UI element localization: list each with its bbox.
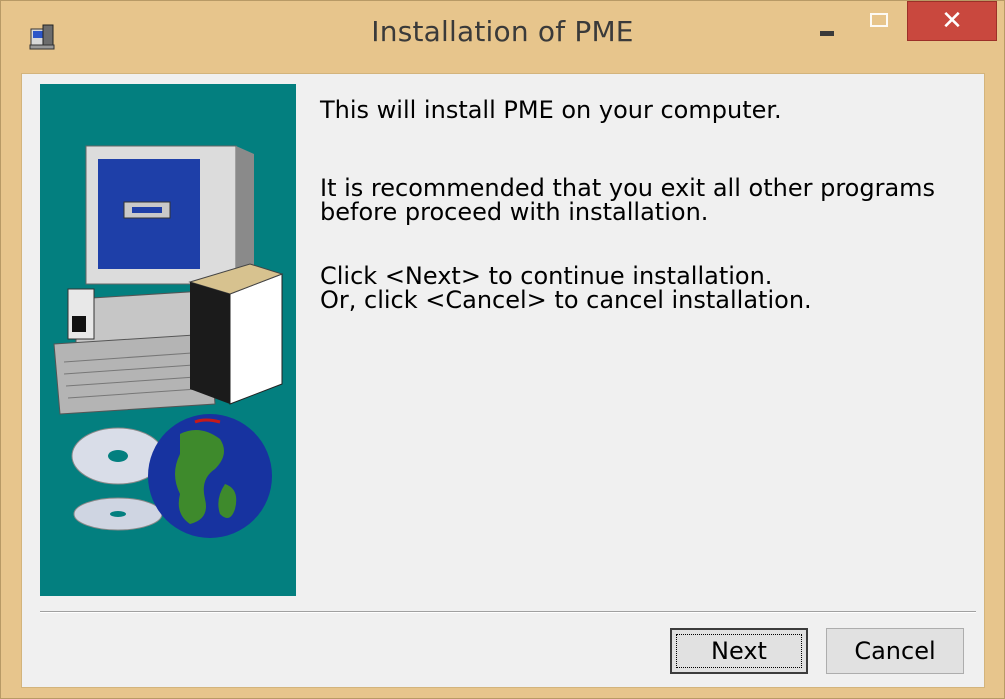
close-icon: ✕ bbox=[941, 6, 963, 36]
minimize-button[interactable] bbox=[806, 1, 848, 41]
minimize-icon bbox=[820, 31, 834, 36]
window-title: Installation of PME bbox=[371, 15, 634, 48]
recommendation-line-2: before proceed with installation. bbox=[320, 198, 709, 226]
close-button[interactable]: ✕ bbox=[907, 1, 997, 41]
cancel-instruction: Or, click <Cancel> to cancel installatio… bbox=[320, 286, 812, 314]
installer-window: Installation of PME ✕ This will install … bbox=[0, 0, 1005, 699]
cancel-button-label: Cancel bbox=[854, 637, 936, 665]
button-divider bbox=[40, 611, 976, 613]
maximize-icon bbox=[870, 13, 888, 27]
title-bar[interactable]: Installation of PME ✕ bbox=[1, 1, 1004, 73]
next-button[interactable]: Next bbox=[670, 628, 808, 674]
maximize-button[interactable] bbox=[859, 1, 901, 41]
recommendation-line-1: It is recommended that you exit all othe… bbox=[320, 174, 936, 202]
focus-rectangle bbox=[676, 634, 802, 668]
globe-icon bbox=[148, 414, 272, 538]
dialog-client-area: This will install PME on your computer. … bbox=[21, 73, 985, 688]
setup-illustration bbox=[40, 84, 296, 596]
cancel-button[interactable]: Cancel bbox=[826, 628, 964, 674]
install-message: This will install PME on your computer. bbox=[320, 96, 782, 124]
next-instruction: Click <Next> to continue installation. bbox=[320, 262, 773, 290]
